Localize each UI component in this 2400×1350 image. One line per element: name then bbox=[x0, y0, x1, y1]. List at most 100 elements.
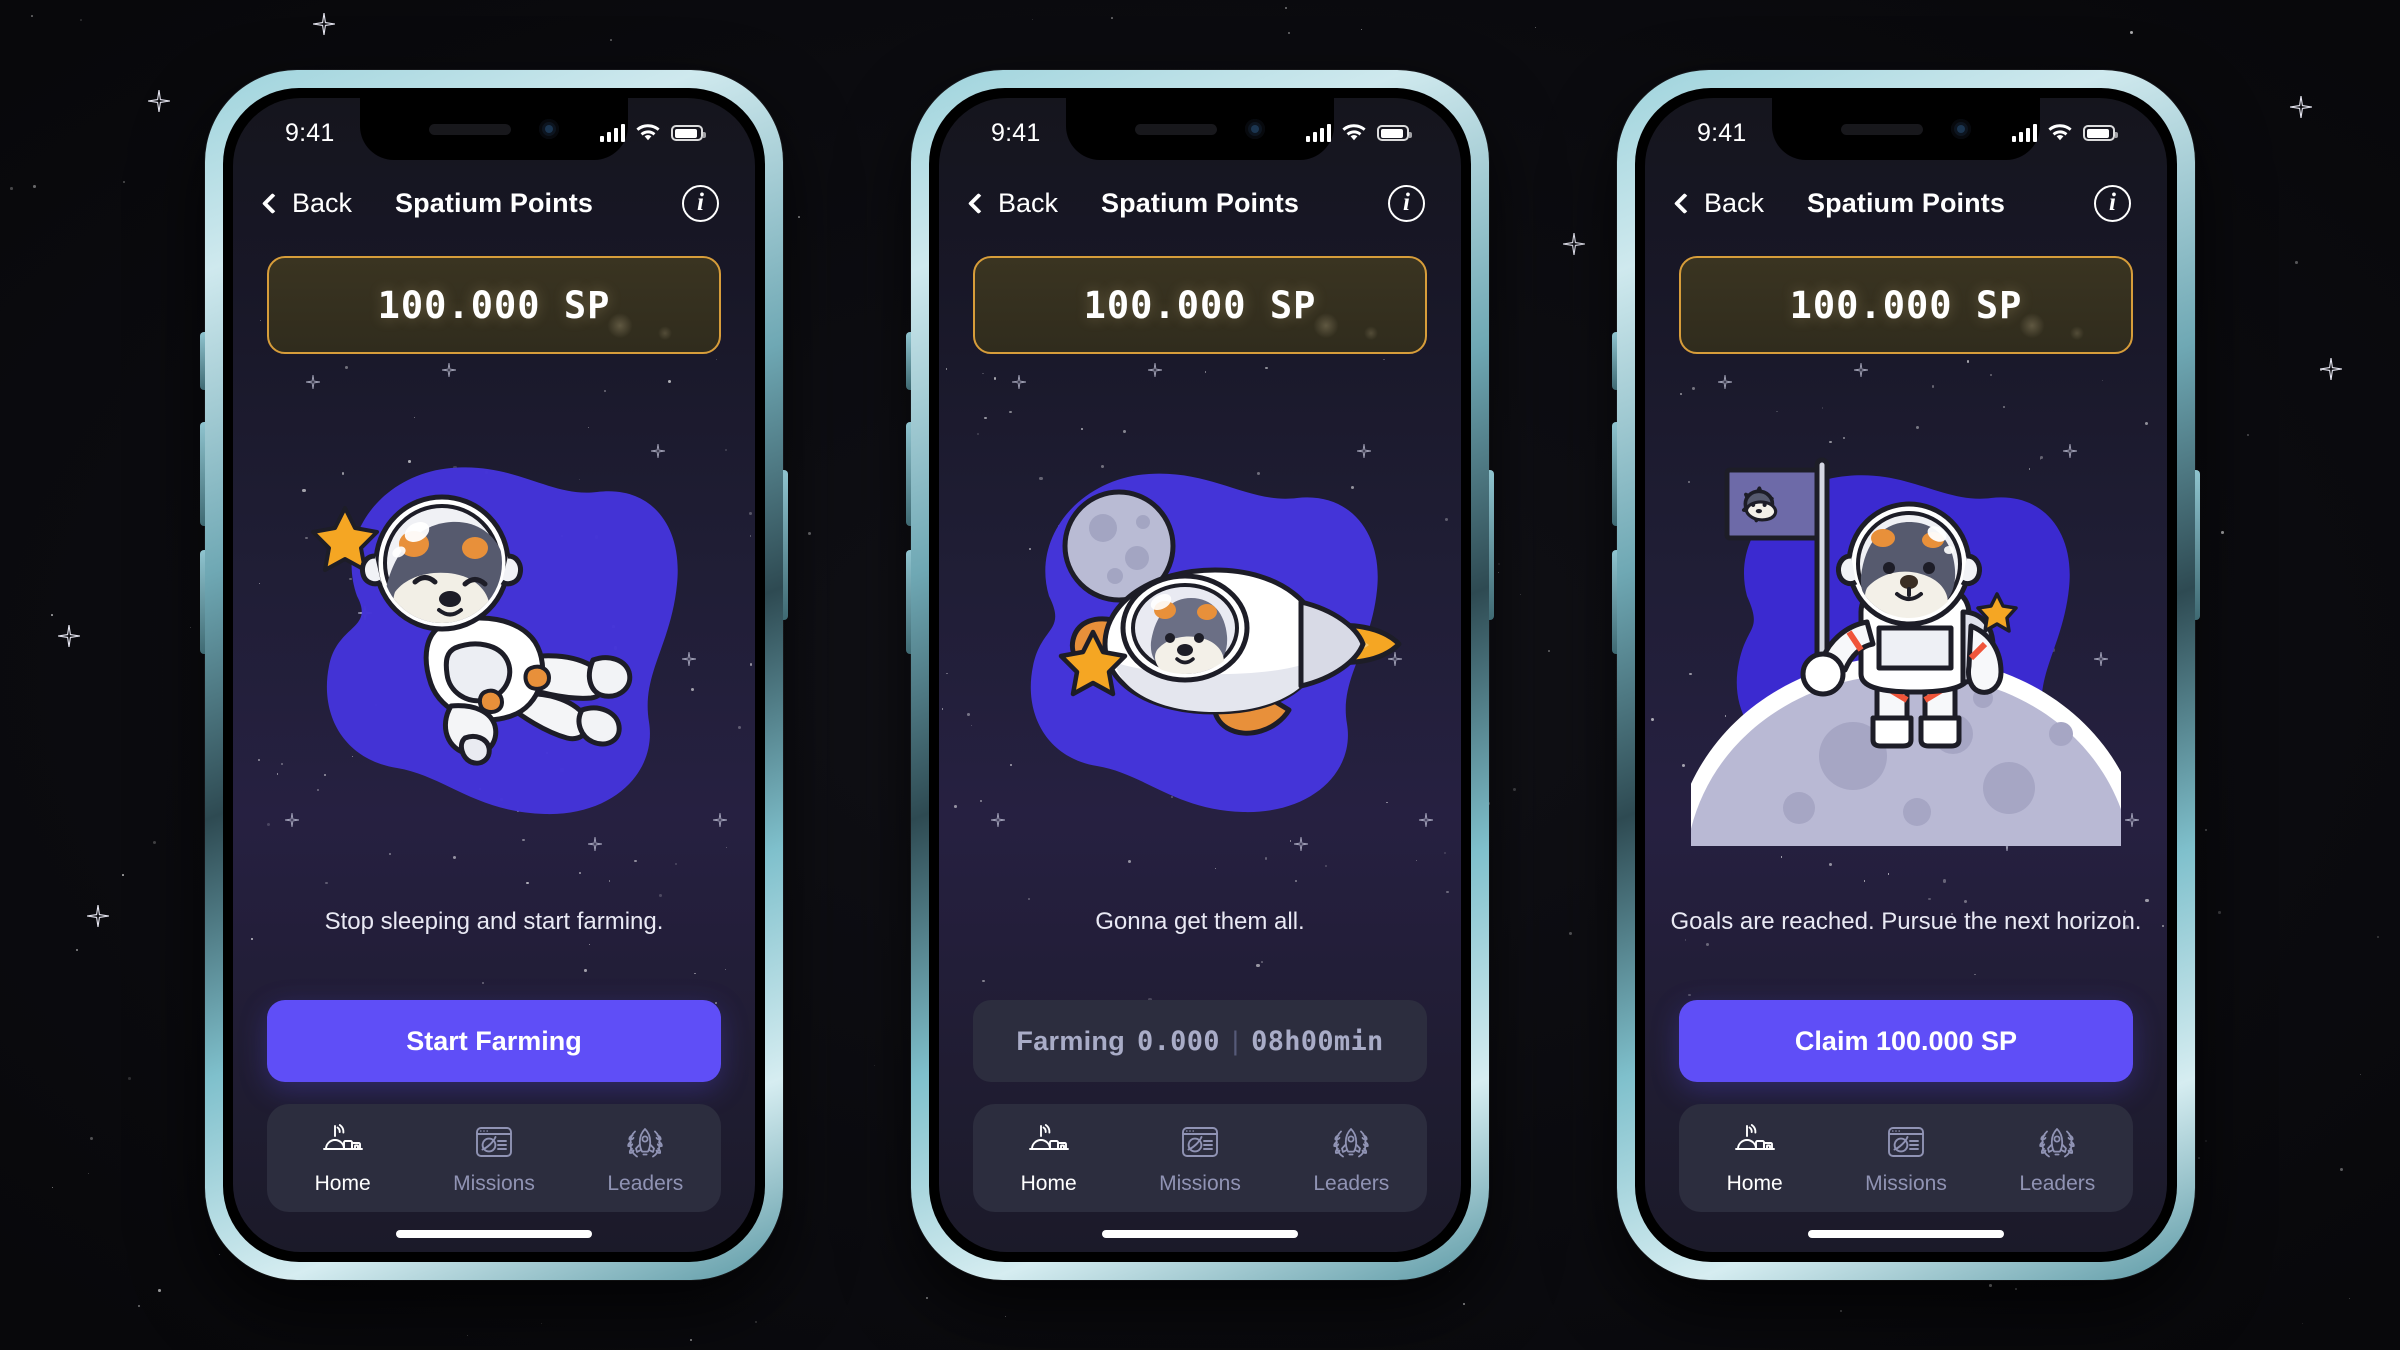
status-bar-indicators bbox=[2012, 116, 2118, 142]
rocket-laurel-icon bbox=[1329, 1120, 1373, 1164]
phone-mockups-row: 9:41 Back Spatium Points i 100.000 SP St… bbox=[0, 0, 2400, 1350]
farming-progress-button: Farming 0.000 | 08h00min bbox=[973, 1000, 1427, 1082]
tab-missions[interactable]: Missions bbox=[1851, 1120, 1961, 1196]
space-station-icon bbox=[1027, 1120, 1071, 1164]
status-caption: Goals are reached. Pursue the next horiz… bbox=[1670, 908, 2142, 935]
tab-label-leaders: Leaders bbox=[2019, 1172, 2096, 1195]
cellular-signal-icon bbox=[600, 124, 625, 142]
back-button-label: Back bbox=[292, 187, 353, 218]
illustration-area bbox=[939, 354, 1461, 908]
illustration-sleeping-astronaut-dog bbox=[279, 416, 709, 846]
home-indicator[interactable] bbox=[396, 1230, 592, 1238]
status-bar: 9:41 bbox=[1645, 98, 2167, 160]
volume-down-button[interactable] bbox=[200, 550, 205, 654]
chevron-left-icon bbox=[1673, 192, 1696, 214]
tab-home[interactable]: Home bbox=[1700, 1120, 1810, 1196]
farming-timer: 08h00min bbox=[1251, 1025, 1384, 1057]
chevron-left-icon bbox=[261, 192, 284, 214]
status-bar-indicators bbox=[1306, 116, 1412, 142]
navigation-header: Back Spatium Points i bbox=[233, 160, 755, 234]
planet-card-icon bbox=[1884, 1120, 1928, 1164]
home-indicator[interactable] bbox=[1808, 1230, 2004, 1238]
planet-card-icon bbox=[1178, 1120, 1222, 1164]
bottom-tab-bar: Home Missions Leaders bbox=[1679, 1104, 2133, 1212]
status-caption: Stop sleeping and start farming. bbox=[324, 908, 664, 935]
balance-card: 100.000 SP bbox=[267, 256, 721, 354]
phone-device-idle: 9:41 Back Spatium Points i 100.000 SP St… bbox=[200, 70, 788, 1280]
space-station-icon bbox=[1733, 1120, 1777, 1164]
tab-home[interactable]: Home bbox=[994, 1120, 1104, 1196]
balance-card: 100.000 SP bbox=[1679, 256, 2133, 354]
tab-label-missions: Missions bbox=[1159, 1172, 1241, 1195]
balance-amount: 100.000 SP bbox=[377, 283, 611, 327]
back-button[interactable]: Back bbox=[967, 187, 1059, 219]
status-bar: 9:41 bbox=[939, 98, 1461, 160]
start-farming-button[interactable]: Start Farming bbox=[267, 1000, 721, 1082]
volume-down-button[interactable] bbox=[1612, 550, 1617, 654]
back-button-label: Back bbox=[998, 187, 1059, 218]
status-bar-clock: 9:41 bbox=[1697, 118, 1747, 147]
status-bar-clock: 9:41 bbox=[285, 118, 335, 147]
page-title: Spatium Points bbox=[1101, 187, 1299, 218]
bottom-tab-bar: Home Missions Leaders bbox=[973, 1104, 1427, 1212]
space-station-icon bbox=[321, 1120, 365, 1164]
cellular-signal-icon bbox=[1306, 124, 1331, 142]
tab-label-home: Home bbox=[1020, 1172, 1077, 1195]
tab-missions[interactable]: Missions bbox=[439, 1120, 549, 1196]
battery-icon bbox=[671, 125, 706, 141]
info-circle-icon[interactable]: i bbox=[682, 184, 719, 222]
tab-label-home: Home bbox=[1726, 1172, 1783, 1195]
navigation-header: Back Spatium Points i bbox=[1645, 160, 2167, 234]
tab-leaders[interactable]: Leaders bbox=[1296, 1120, 1406, 1196]
navigation-header: Back Spatium Points i bbox=[939, 160, 1461, 234]
tab-label-leaders: Leaders bbox=[1313, 1172, 1390, 1195]
rocket-laurel-icon bbox=[623, 1120, 667, 1164]
claim-button[interactable]: Claim 100.000 SP bbox=[1679, 1000, 2133, 1082]
farming-amount: 0.000 bbox=[1137, 1025, 1220, 1057]
info-circle-icon[interactable]: i bbox=[1388, 184, 1425, 222]
tab-home[interactable]: Home bbox=[288, 1120, 398, 1196]
phone-device-farming: 9:41 Back Spatium Points i 100.000 SP Go… bbox=[906, 70, 1494, 1280]
illustration-area bbox=[1645, 354, 2167, 908]
page-title: Spatium Points bbox=[395, 187, 593, 218]
back-button[interactable]: Back bbox=[1673, 187, 1765, 219]
status-bar: 9:41 bbox=[233, 98, 755, 160]
illustration-area bbox=[233, 354, 755, 908]
tab-label-leaders: Leaders bbox=[607, 1172, 684, 1195]
cellular-signal-icon bbox=[2012, 124, 2037, 142]
illustration-astronaut-dog-in-rocket bbox=[985, 416, 1415, 846]
info-circle-icon[interactable]: i bbox=[2094, 184, 2131, 222]
balance-card: 100.000 SP bbox=[973, 256, 1427, 354]
wifi-icon bbox=[636, 124, 660, 141]
chevron-left-icon bbox=[967, 192, 990, 214]
power-button[interactable] bbox=[1489, 470, 1494, 620]
mockup-stage: 9:41 Back Spatium Points i 100.000 SP St… bbox=[0, 0, 2400, 1350]
bottom-tab-bar: Home Missions Leaders bbox=[267, 1104, 721, 1212]
home-indicator[interactable] bbox=[1102, 1230, 1298, 1238]
illustration-astronaut-dog-flag-on-moon bbox=[1691, 416, 2121, 846]
status-bar-clock: 9:41 bbox=[991, 118, 1041, 147]
back-button[interactable]: Back bbox=[261, 187, 353, 219]
balance-amount: 100.000 SP bbox=[1083, 283, 1317, 327]
wifi-icon bbox=[1342, 124, 1366, 141]
tab-leaders[interactable]: Leaders bbox=[2002, 1120, 2112, 1196]
planet-card-icon bbox=[472, 1120, 516, 1164]
tab-label-missions: Missions bbox=[453, 1172, 535, 1195]
phone-bezel: 9:41 Back bbox=[929, 88, 1471, 1262]
phone-screen: 9:41 Back bbox=[233, 98, 755, 1252]
power-button[interactable] bbox=[783, 470, 788, 620]
tab-leaders[interactable]: Leaders bbox=[590, 1120, 700, 1196]
phone-screen: 9:41 Back bbox=[1645, 98, 2167, 1252]
power-button[interactable] bbox=[2195, 470, 2200, 620]
volume-down-button[interactable] bbox=[906, 550, 911, 654]
tab-label-home: Home bbox=[314, 1172, 371, 1195]
phone-bezel: 9:41 Back bbox=[1635, 88, 2177, 1262]
balance-amount: 100.000 SP bbox=[1789, 283, 2023, 327]
back-button-label: Back bbox=[1704, 187, 1765, 218]
phone-bezel: 9:41 Back bbox=[223, 88, 765, 1262]
tab-missions[interactable]: Missions bbox=[1145, 1120, 1255, 1196]
page-title: Spatium Points bbox=[1807, 187, 2005, 218]
wifi-icon bbox=[2048, 124, 2072, 141]
status-bar-indicators bbox=[600, 116, 706, 142]
farming-separator: | bbox=[1231, 1025, 1240, 1056]
